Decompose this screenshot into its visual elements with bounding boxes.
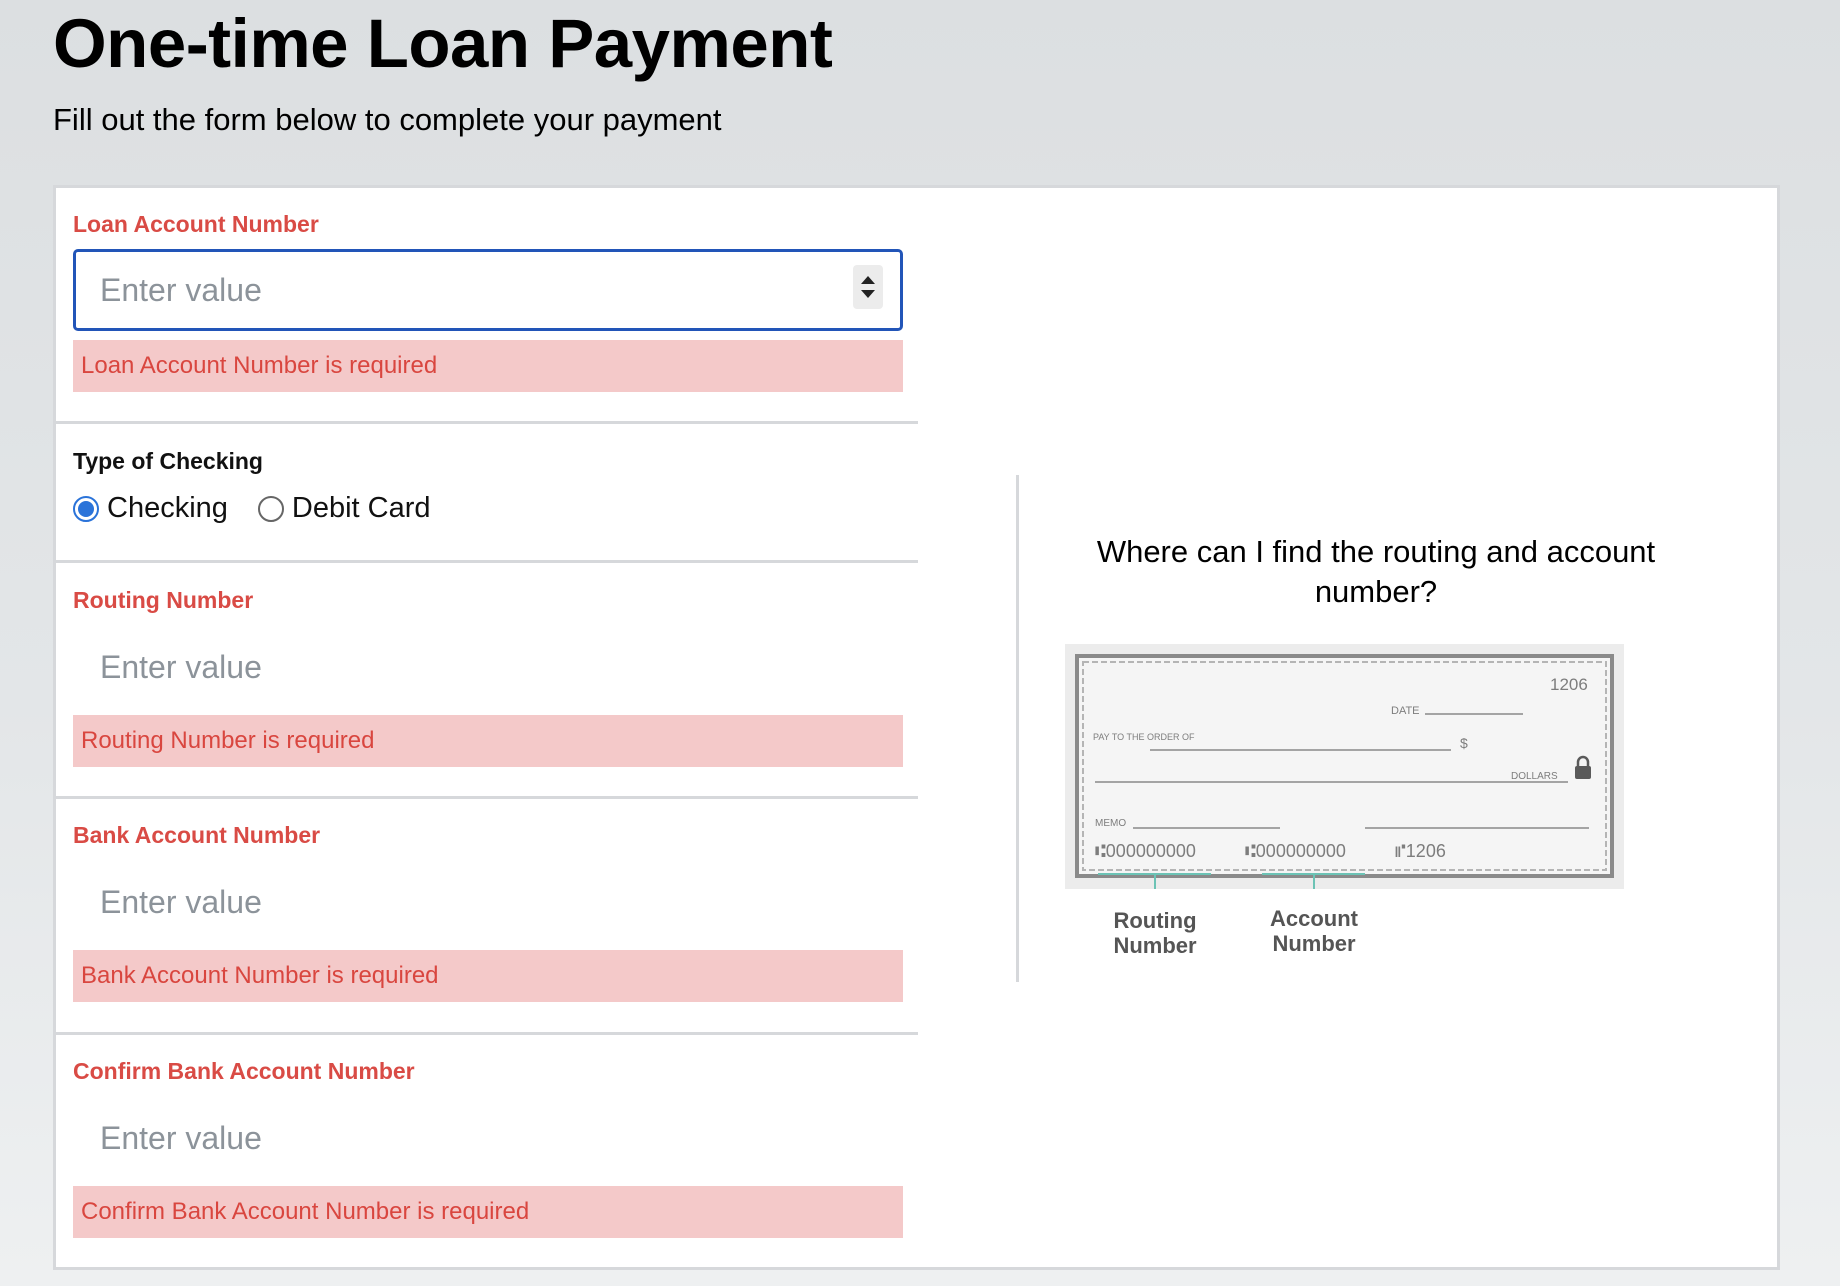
loan-account-field-wrap bbox=[73, 249, 903, 331]
confirm-bank-account-label: Confirm Bank Account Number bbox=[73, 1058, 415, 1084]
radio-checking[interactable]: Checking bbox=[73, 492, 228, 525]
radio-debit-card[interactable]: Debit Card bbox=[257, 492, 431, 525]
loan-account-input[interactable] bbox=[73, 249, 903, 331]
bank-account-label: Bank Account Number bbox=[73, 822, 321, 848]
stepper-down-icon[interactable] bbox=[861, 290, 875, 298]
confirm-bank-account-error: Confirm Bank Account Number is required bbox=[73, 1186, 903, 1238]
number-stepper[interactable] bbox=[853, 265, 883, 309]
routing-number-caption: Routing Number bbox=[1113, 908, 1197, 958]
radio-debit-card-control[interactable] bbox=[257, 495, 284, 522]
column-divider bbox=[1016, 475, 1019, 982]
radio-debit-card-label: Debit Card bbox=[291, 492, 431, 524]
confirm-bank-account-section: Confirm Bank Account Number Confirm Bank… bbox=[56, 1035, 918, 1267]
routing-input[interactable] bbox=[73, 626, 903, 708]
account-number-caption: Account Number bbox=[1270, 906, 1358, 956]
loan-account-error: Loan Account Number is required bbox=[73, 340, 903, 392]
routing-label: Routing Number bbox=[73, 587, 254, 613]
check-pointer-lines bbox=[1098, 873, 1365, 889]
routing-help-question: Where can I find the routing and account… bbox=[1096, 534, 1656, 609]
checking-type-section: Type of Checking Checking Debit Card bbox=[56, 424, 918, 563]
stepper-up-icon[interactable] bbox=[861, 276, 875, 284]
radio-checking-label: Checking bbox=[107, 492, 228, 524]
page-subtitle: Fill out the form below to complete your… bbox=[53, 102, 722, 137]
checking-type-label: Type of Checking bbox=[73, 448, 263, 474]
check-illustration: 1206 DATE PAY TO THE ORDER OF $ DOLLARS … bbox=[1065, 644, 1624, 889]
bank-account-error: Bank Account Number is required bbox=[73, 950, 903, 1002]
routing-section: Routing Number Routing Number is require… bbox=[56, 563, 918, 799]
routing-error: Routing Number is required bbox=[73, 715, 903, 767]
payment-form-card: Loan Account Number Loan Account Number … bbox=[53, 185, 1780, 1270]
loan-account-section: Loan Account Number Loan Account Number … bbox=[56, 188, 918, 424]
confirm-bank-account-input[interactable] bbox=[73, 1097, 903, 1179]
radio-checking-control[interactable] bbox=[73, 495, 99, 522]
checking-type-radio-group: Checking Debit Card bbox=[73, 492, 461, 525]
bank-account-section: Bank Account Number Bank Account Number … bbox=[56, 799, 918, 1035]
page-title: One-time Loan Payment bbox=[53, 5, 833, 82]
bank-account-input[interactable] bbox=[73, 861, 903, 943]
loan-account-label: Loan Account Number bbox=[73, 211, 319, 237]
